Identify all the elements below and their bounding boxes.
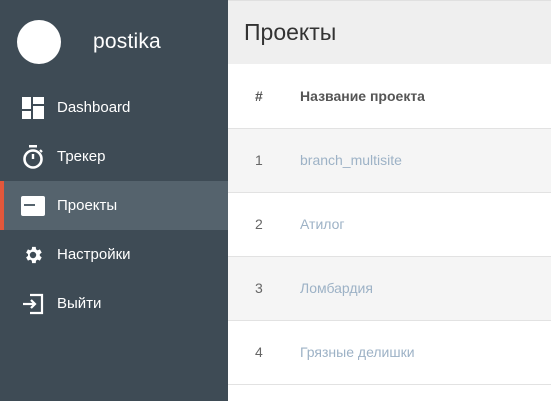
- column-header-project-name: Название проекта: [300, 64, 551, 129]
- sidebar-item-label: Проекты: [57, 197, 118, 214]
- column-header-number: #: [228, 64, 300, 129]
- sidebar-item-projects[interactable]: Проекты: [0, 181, 228, 230]
- sidebar-item-label: Dashboard: [57, 99, 131, 116]
- project-link[interactable]: Ломбардия: [300, 280, 373, 296]
- row-number: 3: [255, 280, 263, 296]
- dashboard-icon: [21, 96, 45, 120]
- sidebar-nav: Dashboard Трекер Проекты Настройки Выйти: [0, 83, 228, 328]
- app: postika Dashboard Трекер Проекты Настрой…: [0, 0, 551, 401]
- sidebar: postika Dashboard Трекер Проекты Настрой…: [0, 0, 228, 401]
- sidebar-item-settings[interactable]: Настройки: [0, 230, 228, 279]
- project-link[interactable]: Атилог: [300, 216, 344, 232]
- brand-name: postika: [93, 29, 161, 53]
- sidebar-item-tracker[interactable]: Трекер: [0, 132, 228, 181]
- row-number: 4: [255, 344, 263, 360]
- main-content: Проекты # Название проекта 1 branch_mult…: [228, 0, 551, 401]
- logout-icon: [21, 292, 45, 316]
- projects-table: # Название проекта 1 branch_multisite 2 …: [228, 64, 551, 385]
- table-row: 2 Атилог: [228, 192, 551, 256]
- stopwatch-icon: [21, 144, 45, 169]
- row-number: 2: [255, 216, 263, 232]
- brand: postika: [0, 0, 228, 83]
- gear-icon: [21, 243, 45, 267]
- row-number: 1: [255, 152, 263, 168]
- sidebar-item-dashboard[interactable]: Dashboard: [0, 83, 228, 132]
- sidebar-item-label: Настройки: [57, 246, 131, 263]
- sidebar-item-label: Выйти: [57, 295, 102, 312]
- table-row: 4 Грязные делишки: [228, 320, 551, 384]
- page-header: Проекты: [228, 0, 551, 64]
- sidebar-item-label: Трекер: [57, 148, 106, 165]
- avatar[interactable]: [17, 19, 61, 64]
- table-header-row: # Название проекта: [228, 64, 551, 129]
- project-link[interactable]: Грязные делишки: [300, 344, 415, 360]
- project-link[interactable]: branch_multisite: [300, 152, 402, 168]
- sidebar-item-logout[interactable]: Выйти: [0, 279, 228, 328]
- card-icon: [21, 194, 45, 218]
- table-row: 3 Ломбардия: [228, 256, 551, 320]
- page-title: Проекты: [244, 19, 337, 45]
- table-row: 1 branch_multisite: [228, 128, 551, 192]
